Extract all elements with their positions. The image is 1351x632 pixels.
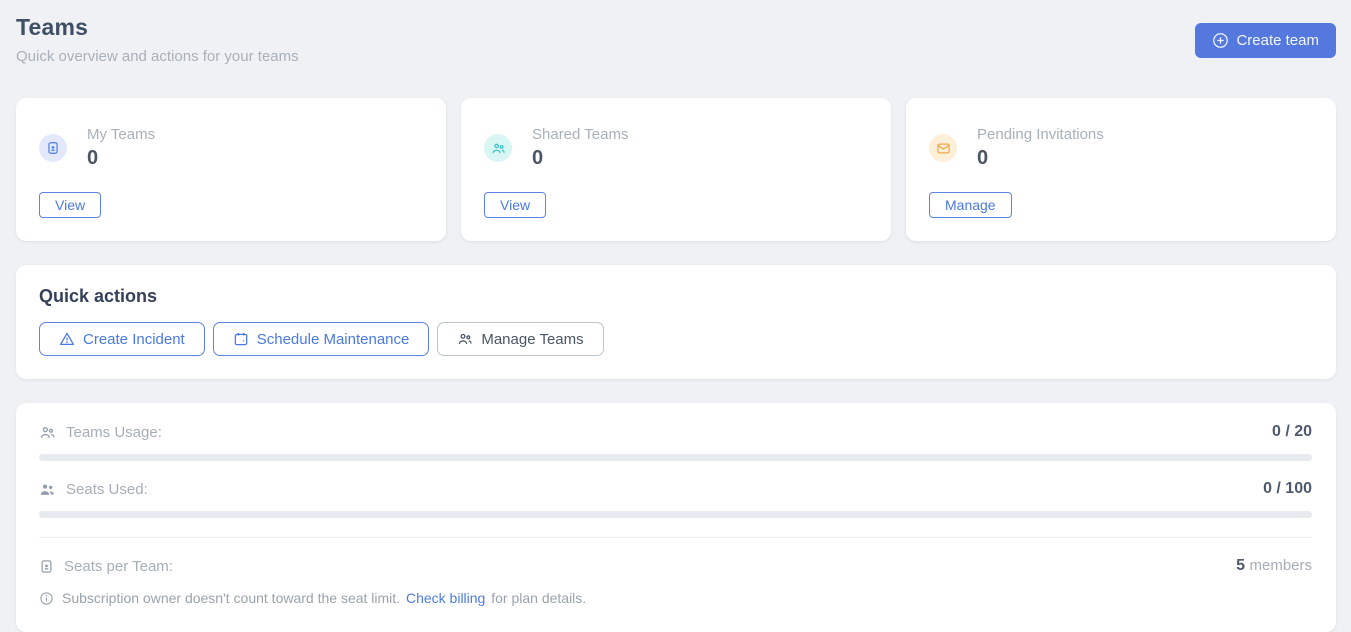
warning-triangle-icon [59,331,75,347]
page-header: Teams Quick overview and actions for you… [16,14,1336,65]
card-value: 0 [532,147,628,170]
seats-per-team-label-group: Seats per Team: [39,558,173,575]
view-shared-teams-button[interactable]: View [484,192,546,218]
card-top: My Teams 0 [39,126,424,170]
quick-actions-title: Quick actions [39,286,1312,307]
seats-used-label: Seats Used: [66,481,148,498]
pending-invitations-card: Pending Invitations 0 Manage [906,98,1336,241]
manage-invitations-button[interactable]: Manage [929,192,1012,218]
note-suffix-text: for plan details. [491,590,586,606]
card-text: My Teams 0 [87,126,155,170]
note-main-text: Subscription owner doesn't count toward … [62,590,400,606]
teams-usage-progressbar [39,454,1312,461]
users-filled-icon [39,481,56,498]
card-text: Pending Invitations 0 [977,126,1104,170]
usage-panel: Teams Usage: 0 / 20 Seats Used: 0 / 100 [16,403,1336,632]
card-value: 0 [977,147,1104,170]
usage-divider [39,537,1312,538]
teams-usage-label: Teams Usage: [66,424,162,441]
card-text: Shared Teams 0 [532,126,628,170]
note-text: Subscription owner doesn't count toward … [62,590,586,606]
seats-per-team-row: Seats per Team: 5 members [39,557,1312,575]
quick-actions-panel: Quick actions Create Incident Schedule M… [16,265,1336,379]
page-subtitle: Quick overview and actions for your team… [16,48,299,65]
create-team-button[interactable]: Create team [1195,23,1336,58]
stats-cards-row: My Teams 0 View Shared Teams 0 View [16,98,1336,241]
seats-used-value: 0 / 100 [1263,480,1312,498]
contact-card-icon [39,559,54,574]
page-title: Teams [16,14,299,41]
seats-used-label-group: Seats Used: [39,481,148,498]
shared-teams-card: Shared Teams 0 View [461,98,891,241]
seats-per-team-label: Seats per Team: [64,558,173,575]
seat-limit-note: Subscription owner doesn't count toward … [39,590,1312,606]
view-my-teams-button[interactable]: View [39,192,101,218]
envelope-icon [929,134,957,162]
card-top: Pending Invitations 0 [929,126,1314,170]
contact-card-icon [39,134,67,162]
create-incident-button[interactable]: Create Incident [39,322,205,356]
users-icon [457,331,473,347]
seats-per-team-suffix: members [1249,557,1312,574]
seats-per-team-number: 5 [1236,557,1245,574]
seats-per-team-value: 5 members [1236,557,1312,575]
seats-used-progressbar [39,511,1312,518]
card-label: My Teams [87,126,155,143]
teams-page: Teams Quick overview and actions for you… [0,0,1351,632]
header-text: Teams Quick overview and actions for you… [16,14,299,65]
circle-plus-icon [1212,32,1229,49]
teams-usage-label-group: Teams Usage: [39,424,162,441]
card-value: 0 [87,147,155,170]
teams-usage-value: 0 / 20 [1272,423,1312,441]
manage-teams-button[interactable]: Manage Teams [437,322,603,356]
seats-used-row: Seats Used: 0 / 100 [39,480,1312,498]
users-group-icon [484,134,512,162]
create-team-label: Create team [1236,32,1319,49]
users-outline-icon [39,424,56,441]
info-circle-icon [39,591,54,606]
schedule-maintenance-label: Schedule Maintenance [257,331,410,348]
schedule-maintenance-button[interactable]: Schedule Maintenance [213,322,430,356]
quick-actions-buttons: Create Incident Schedule Maintenance Man… [39,322,1312,356]
create-incident-label: Create Incident [83,331,185,348]
manage-teams-label: Manage Teams [481,331,583,348]
card-label: Pending Invitations [977,126,1104,143]
teams-usage-row: Teams Usage: 0 / 20 [39,423,1312,441]
calendar-icon [233,331,249,347]
my-teams-card: My Teams 0 View [16,98,446,241]
check-billing-link[interactable]: Check billing [406,590,485,606]
card-top: Shared Teams 0 [484,126,869,170]
card-label: Shared Teams [532,126,628,143]
